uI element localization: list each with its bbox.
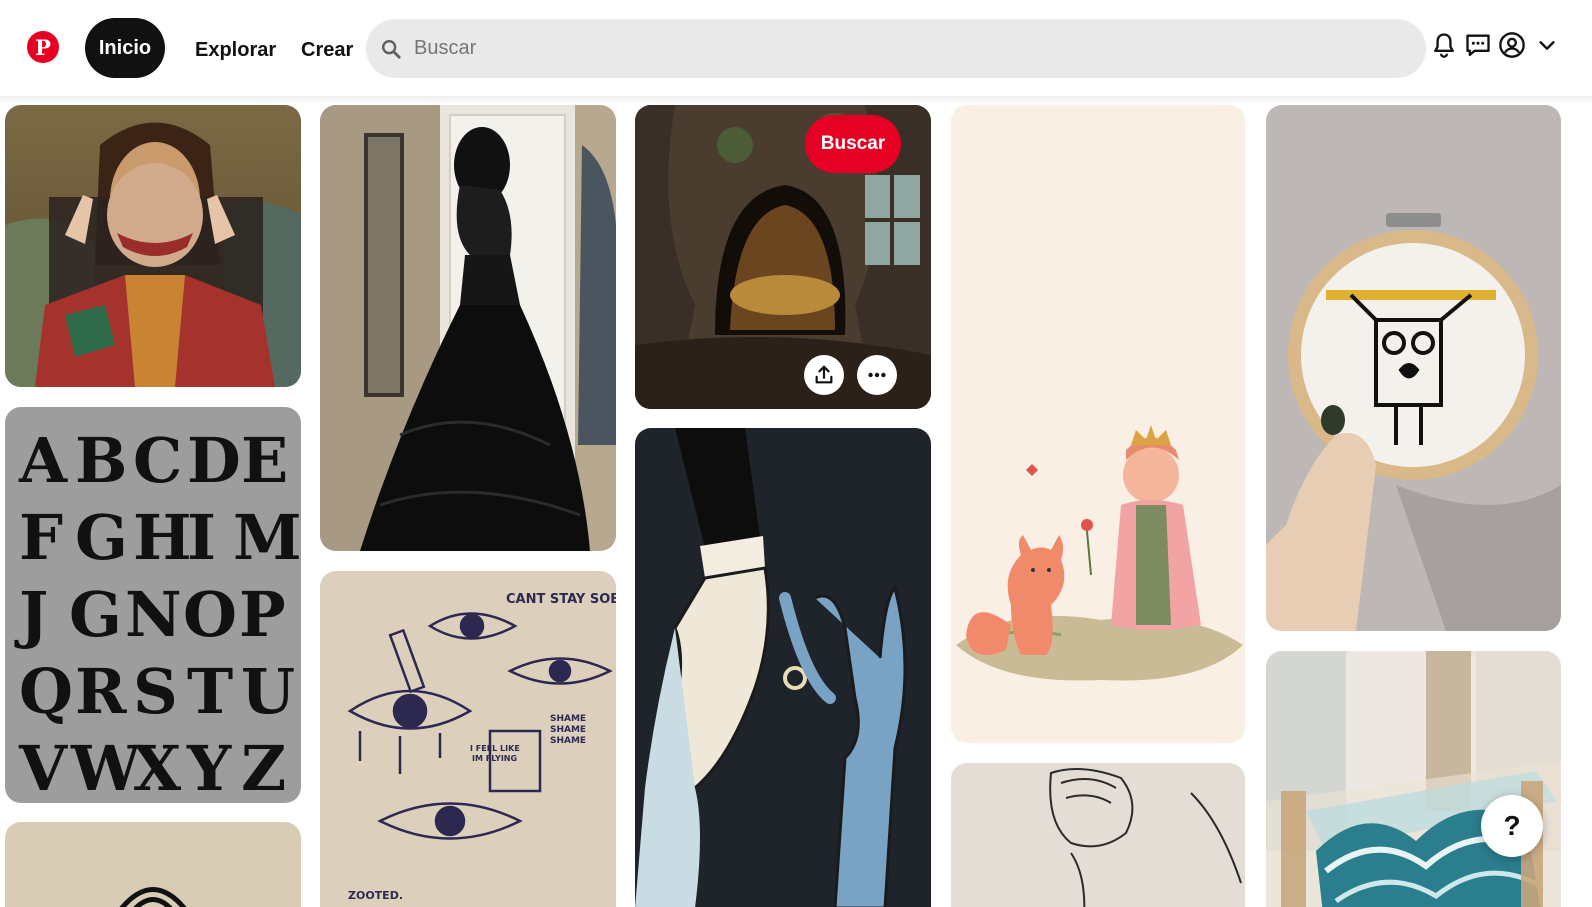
search-bar[interactable] <box>366 19 1426 78</box>
pin-zebra[interactable] <box>5 822 301 907</box>
pin-pencil-sketch[interactable] <box>951 763 1245 907</box>
pin-image <box>1266 651 1561 907</box>
help-button[interactable]: ? <box>1481 795 1543 857</box>
pin-image <box>1266 105 1561 631</box>
nav-explore-link[interactable]: Explorar <box>195 38 276 62</box>
messages-icon[interactable] <box>1464 31 1492 59</box>
pin-mona-lisa-joker[interactable] <box>5 105 301 387</box>
pin-image <box>951 105 1245 743</box>
pin-little-prince[interactable] <box>951 105 1245 743</box>
svg-text:F: F <box>19 501 63 574</box>
pin-image <box>951 763 1245 907</box>
svg-text:M: M <box>233 501 301 574</box>
svg-text:Z: Z <box>241 732 286 803</box>
save-button[interactable]: Buscar <box>805 115 901 173</box>
svg-text:V: V <box>18 732 68 803</box>
svg-text:I FEEL LIKE: I FEEL LIKE <box>470 744 520 753</box>
bell-icon[interactable] <box>1430 31 1458 59</box>
svg-text:T: T <box>187 655 233 728</box>
header-divider <box>0 96 1592 103</box>
svg-text:G: G <box>69 578 122 651</box>
svg-text:ZOOTED.: ZOOTED. <box>348 889 403 902</box>
svg-text:IM FLYING: IM FLYING <box>472 754 517 763</box>
svg-text:G: G <box>75 501 128 574</box>
search-input[interactable] <box>414 19 1404 78</box>
pinterest-logo-icon[interactable]: P <box>27 31 59 63</box>
svg-text:R: R <box>75 655 127 728</box>
svg-text:P: P <box>239 578 286 651</box>
svg-text:O: O <box>183 578 237 651</box>
svg-text:E: E <box>241 424 288 497</box>
share-icon[interactable] <box>804 355 844 395</box>
svg-text:J: J <box>14 578 48 651</box>
svg-text:I: I <box>187 501 216 574</box>
search-icon <box>382 40 401 59</box>
pin-cross-stitch-hoop[interactable] <box>1266 105 1561 631</box>
profile-icon[interactable] <box>1498 31 1526 59</box>
svg-text:N: N <box>125 578 182 651</box>
pin-image <box>635 428 931 907</box>
pin-image: ABCDE F G HI M JGNOP QRSTU V WX Y Z <box>5 407 301 803</box>
svg-text:U: U <box>241 655 295 728</box>
svg-text:CANT STAY SOBER: CANT STAY SOBER <box>506 592 616 607</box>
nav-home-button[interactable]: Inicio <box>85 18 165 78</box>
pin-black-gown[interactable] <box>320 105 616 551</box>
nav-create-link[interactable]: Crear <box>301 38 353 62</box>
pin-eyes-sketch[interactable]: CANT STAY SOBER I FEEL LIKE IM FLYING SH… <box>320 571 616 907</box>
pin-image: CANT STAY SOBER I FEEL LIKE IM FLYING SH… <box>320 571 616 907</box>
pin-image <box>320 105 616 551</box>
svg-text:H: H <box>133 501 192 574</box>
pin-hands-illustration[interactable] <box>635 428 931 907</box>
svg-text:X: X <box>133 732 182 803</box>
svg-text:D: D <box>187 424 241 497</box>
svg-text:SHAME: SHAME <box>550 736 586 746</box>
svg-text:Y: Y <box>186 732 232 803</box>
pin-image <box>5 105 301 387</box>
pin-image <box>5 822 301 907</box>
top-nav-bar: P Inicio Explorar Crear <box>0 0 1592 96</box>
svg-text:A: A <box>18 424 68 497</box>
svg-text:W: W <box>70 732 142 803</box>
svg-text:SHAME: SHAME <box>550 725 586 735</box>
svg-text:B: B <box>75 424 127 497</box>
pin-rat-alphabet[interactable]: ABCDE FGHIM JGNOP QRSTU VWXYZ <box>5 407 301 803</box>
pin-wave-table[interactable] <box>1266 651 1561 907</box>
more-icon[interactable] <box>857 355 897 395</box>
svg-text:S: S <box>133 655 178 728</box>
chevron-down-icon[interactable] <box>1536 31 1558 59</box>
pin-tree-room[interactable]: Buscar <box>635 105 931 409</box>
svg-text:SHAME: SHAME <box>550 714 586 724</box>
svg-text:Q: Q <box>19 655 73 728</box>
svg-text:C: C <box>133 424 182 497</box>
